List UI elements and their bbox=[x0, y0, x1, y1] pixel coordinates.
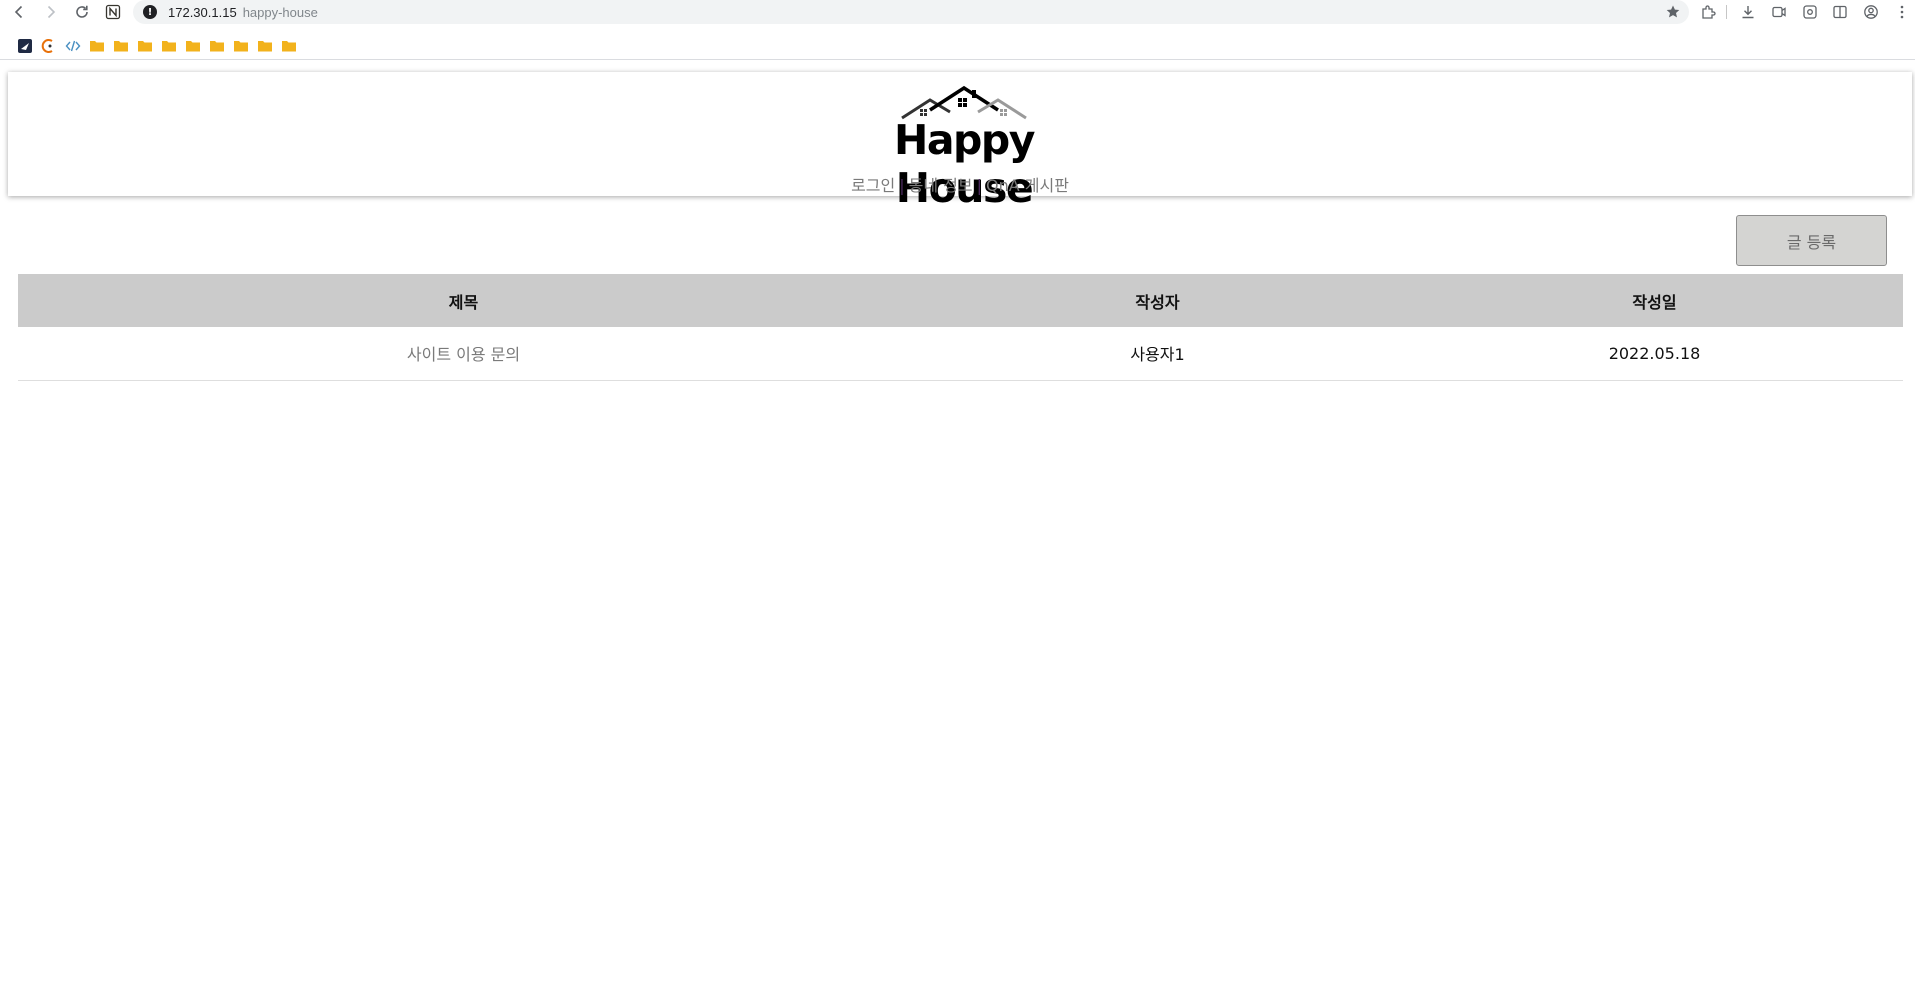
notion-icon[interactable] bbox=[103, 2, 123, 22]
address-bar[interactable]: ! 172.30.1.15 happy-house bbox=[133, 0, 1689, 24]
folder-icon[interactable] bbox=[185, 38, 201, 54]
forward-icon[interactable] bbox=[41, 2, 61, 22]
qna-board-table: 제목 작성자 작성일 사이트 이용 문의 사용자1 2022.05.18 bbox=[18, 274, 1903, 381]
folder-icon[interactable] bbox=[113, 38, 129, 54]
info-icon[interactable]: ! bbox=[143, 5, 157, 19]
nav-separator: | bbox=[976, 176, 982, 195]
bookmarks-bar bbox=[0, 34, 1915, 60]
column-header-title: 제목 bbox=[448, 292, 479, 312]
post-author: 사용자1 bbox=[1130, 345, 1185, 365]
folder-icon[interactable] bbox=[161, 38, 177, 54]
cast-icon[interactable] bbox=[1770, 3, 1788, 21]
bookmark-star-icon[interactable] bbox=[1665, 4, 1681, 20]
extensions-icon[interactable] bbox=[1699, 3, 1717, 21]
table-row[interactable]: 사이트 이용 문의 사용자1 2022.05.18 bbox=[18, 327, 1903, 380]
folder-icon[interactable] bbox=[233, 38, 249, 54]
screenshot-icon[interactable] bbox=[1801, 3, 1819, 21]
toolbar-divider bbox=[1726, 5, 1727, 19]
url-path: happy-house bbox=[242, 4, 318, 20]
logo-text: Happy House bbox=[894, 116, 1035, 212]
menu-icon[interactable] bbox=[1893, 3, 1911, 21]
column-header-date: 작성일 bbox=[1632, 292, 1677, 312]
post-date: 2022.05.18 bbox=[1608, 343, 1701, 363]
nav-separator: | bbox=[899, 176, 905, 195]
folder-icon[interactable] bbox=[257, 38, 273, 54]
reload-icon[interactable] bbox=[72, 2, 92, 22]
dev-bookmark-icon[interactable] bbox=[41, 38, 57, 54]
folder-icon[interactable] bbox=[281, 38, 297, 54]
table-header-row: 제목 작성자 작성일 bbox=[18, 274, 1903, 327]
browser-toolbar: ! 172.30.1.15 happy-house bbox=[0, 0, 1915, 24]
back-icon[interactable] bbox=[9, 2, 29, 22]
app-bookmark-icon[interactable] bbox=[17, 38, 33, 54]
top-nav: 로그인 | 동네 정보 | QnA 게시판 bbox=[8, 176, 1912, 196]
folder-icon[interactable] bbox=[209, 38, 225, 54]
folder-icon[interactable] bbox=[89, 38, 105, 54]
code-bookmark-icon[interactable] bbox=[65, 38, 81, 54]
url-host: 172.30.1.15 bbox=[168, 4, 237, 20]
post-title-link[interactable]: 사이트 이용 문의 bbox=[18, 327, 909, 380]
site-logo[interactable]: Happy House bbox=[834, 82, 1094, 212]
nav-qna-link[interactable]: QnA 게시판 bbox=[986, 176, 1069, 195]
profile-icon[interactable] bbox=[1862, 3, 1880, 21]
site-header: Happy House 로그인 | 동네 정보 | QnA 게시판 bbox=[8, 72, 1912, 212]
column-header-author: 작성자 bbox=[1135, 292, 1180, 312]
write-post-button[interactable]: 글 등록 bbox=[1736, 215, 1887, 266]
nav-login-link[interactable]: 로그인 bbox=[851, 176, 895, 195]
download-icon[interactable] bbox=[1739, 3, 1757, 21]
nav-neighborhood-link[interactable]: 동네 정보 bbox=[909, 176, 973, 195]
sidebar-icon[interactable] bbox=[1831, 3, 1849, 21]
folder-icon[interactable] bbox=[137, 38, 153, 54]
